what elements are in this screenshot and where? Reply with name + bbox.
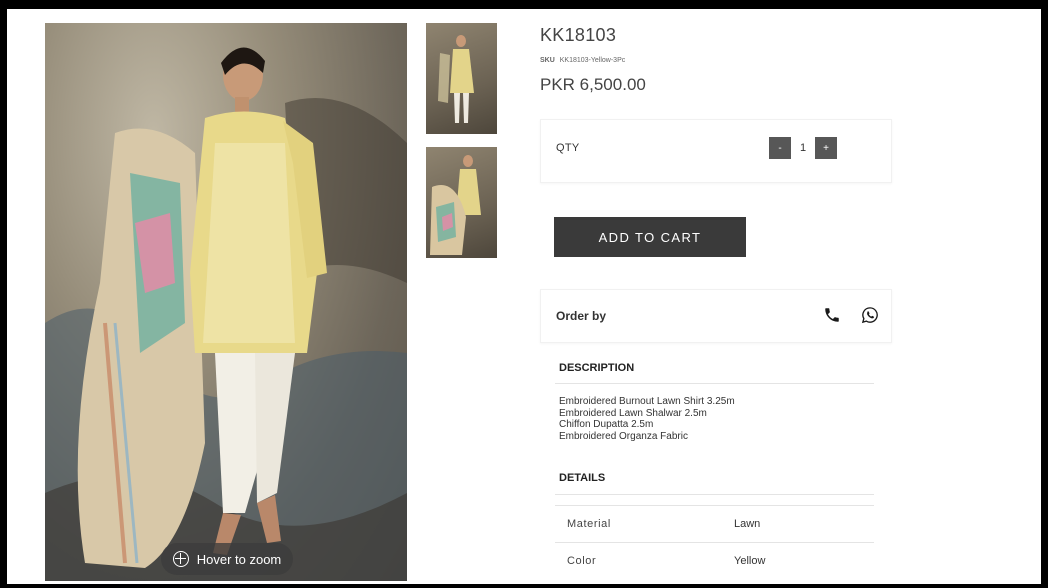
whatsapp-icon[interactable] bbox=[861, 306, 879, 324]
table-row: Material Lawn bbox=[555, 505, 874, 542]
main-product-image[interactable]: Hover to zoom bbox=[45, 23, 407, 581]
order-by-label: Order by bbox=[556, 309, 607, 323]
product-page: Hover to zoom KK18103 SKU KK18103-Yellow… bbox=[7, 9, 1041, 584]
thumbnail-1-image bbox=[438, 35, 474, 123]
sku-label: SKU bbox=[540, 57, 555, 64]
increment-button[interactable]: + bbox=[815, 137, 837, 159]
hover-zoom-label: Hover to zoom bbox=[196, 551, 282, 567]
divider bbox=[555, 494, 874, 495]
detail-value: Lawn bbox=[734, 518, 761, 530]
quantity-stepper: - 1 + bbox=[769, 137, 837, 159]
thumbnail-2[interactable] bbox=[426, 147, 497, 258]
details-table: Material Lawn Color Yellow bbox=[555, 505, 874, 579]
sku-row: SKU KK18103-Yellow-3Pc bbox=[540, 57, 625, 64]
divider bbox=[555, 383, 874, 384]
add-to-cart-button[interactable]: ADD TO CART bbox=[554, 217, 746, 257]
description-line: Embroidered Burnout Lawn Shirt 3.25m bbox=[559, 396, 735, 407]
sku-value: KK18103-Yellow-3Pc bbox=[559, 57, 626, 64]
quantity-input[interactable]: 1 bbox=[791, 137, 815, 159]
qty-label: QTY bbox=[556, 142, 580, 154]
product-title: KK18103 bbox=[540, 25, 617, 45]
description-line: Embroidered Lawn Shalwar 2.5m bbox=[559, 407, 707, 419]
quantity-box: QTY - 1 + bbox=[540, 119, 892, 183]
screenshot-frame: Hover to zoom KK18103 SKU KK18103-Yellow… bbox=[0, 0, 1048, 588]
phone-icon[interactable] bbox=[823, 306, 841, 324]
description-line: Chiffon Dupatta 2.5m bbox=[559, 419, 654, 430]
product-price: PKR 6,500.00 bbox=[540, 75, 646, 94]
decrement-button[interactable]: - bbox=[769, 137, 791, 159]
model-illustration bbox=[45, 47, 407, 581]
table-row: Color Yellow bbox=[555, 542, 874, 579]
detail-key: Color bbox=[567, 555, 597, 567]
order-by-box: Order by bbox=[540, 289, 892, 343]
thumbnail-1[interactable] bbox=[426, 23, 497, 134]
description-text: Embroidered Burnout Lawn Shirt 3.25m Emb… bbox=[559, 396, 735, 442]
detail-value: Yellow bbox=[734, 555, 766, 567]
description-heading: DESCRIPTION bbox=[559, 362, 635, 374]
hover-zoom-hint[interactable]: Hover to zoom bbox=[161, 543, 293, 575]
thumbnail-2-image bbox=[430, 155, 481, 255]
description-line: Embroidered Organza Fabric bbox=[559, 430, 688, 442]
detail-key: Material bbox=[567, 518, 611, 530]
plus-circle-icon bbox=[172, 551, 189, 567]
details-heading: DETAILS bbox=[559, 472, 606, 484]
